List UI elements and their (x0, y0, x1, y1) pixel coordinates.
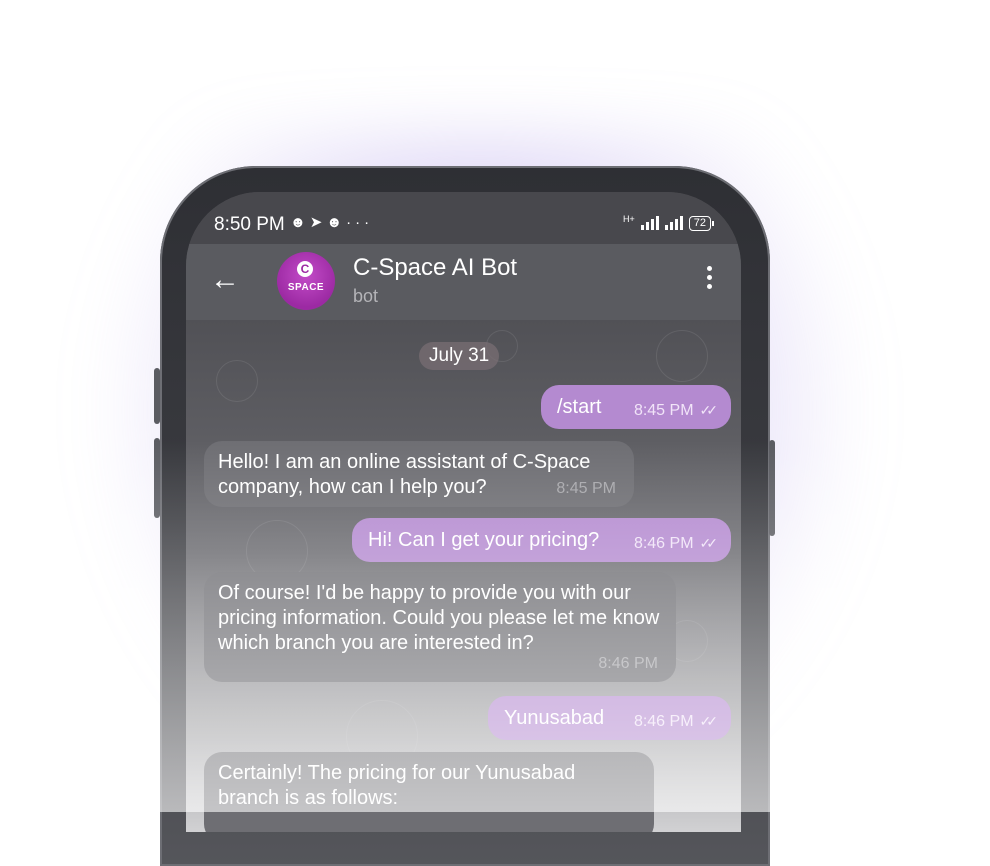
message-bubble-incoming[interactable]: Certainly! The pricing for our Yunusabad… (204, 752, 654, 832)
volume-button (154, 438, 160, 518)
avatar-letter: C (297, 261, 313, 277)
date-separator: July 31 (419, 342, 500, 370)
arrow-left-icon[interactable]: ← (210, 262, 240, 298)
message-text: Of course! I'd be happy to provide you w… (218, 582, 660, 654)
battery-icon: 72 (688, 215, 715, 231)
status-bar: 8:50 PM ☻➤☻··· H+ 72 (186, 192, 741, 244)
message-time: 8:46 PM (598, 655, 658, 672)
wallpaper-doodle (656, 330, 708, 382)
message-text: Certainly! The pricing for our Yunusabad… (218, 762, 576, 809)
telegram-icon: ➤ (309, 214, 327, 231)
volume-button (154, 368, 160, 424)
chat-title[interactable]: C-Space AI Bot (353, 254, 517, 282)
message-meta: 8:46 PM ✓✓ (633, 709, 719, 734)
phone-screen: 8:50 PM ☻➤☻··· H+ 72 ← C SPACE C-Space A… (186, 192, 741, 832)
chat-header: ← C SPACE C-Space AI Bot bot (186, 244, 741, 320)
message-time: 8:46 PM (633, 535, 694, 552)
message-meta: 8:46 PM ✓✓ (633, 531, 719, 556)
message-bubble-outgoing[interactable]: /start 8:45 PM ✓✓ (541, 385, 731, 429)
discord-icon: ☻ (290, 214, 310, 231)
message-time: 8:46 PM (633, 713, 694, 730)
avatar-text: SPACE (287, 282, 325, 293)
message-text: /start (557, 396, 602, 418)
double-check-icon: ✓✓ (699, 713, 719, 729)
message-bubble-incoming[interactable]: Of course! I'd be happy to provide you w… (204, 572, 676, 682)
double-check-icon: ✓✓ (699, 535, 719, 551)
signal-icon (664, 216, 683, 230)
discord-icon: ☻ (326, 214, 347, 231)
notification-icons: ☻➤☻··· (290, 213, 373, 231)
double-check-icon: ✓✓ (699, 402, 719, 418)
signal-icon (640, 216, 659, 230)
message-text: Hi! Can I get your pricing? (368, 529, 600, 551)
status-time: 8:50 PM (214, 214, 285, 235)
wallpaper-doodle (216, 360, 258, 402)
chat-area[interactable]: July 31 /start 8:45 PM ✓✓ Hello! I am an … (186, 320, 741, 832)
more-dots-icon: ··· (346, 214, 374, 231)
status-right: H+ 72 (622, 214, 715, 232)
avatar[interactable]: C SPACE (277, 252, 335, 310)
message-text: Yunusabad (504, 707, 605, 729)
message-time: 8:45 PM (633, 402, 694, 419)
power-button (769, 440, 775, 536)
vertical-dots-icon[interactable] (707, 266, 713, 293)
message-meta: 8:45 PM ✓✓ (633, 398, 719, 423)
chat-subtitle: bot (353, 286, 379, 306)
message-time: 8:45 PM (556, 480, 616, 497)
message-bubble-outgoing[interactable]: Yunusabad 8:46 PM ✓✓ (488, 696, 731, 740)
network-type: H+ (622, 214, 635, 224)
message-bubble-outgoing[interactable]: Hi! Can I get your pricing? 8:46 PM ✓✓ (352, 518, 731, 562)
message-bubble-incoming[interactable]: Hello! I am an online assistant of C-Spa… (204, 441, 634, 507)
